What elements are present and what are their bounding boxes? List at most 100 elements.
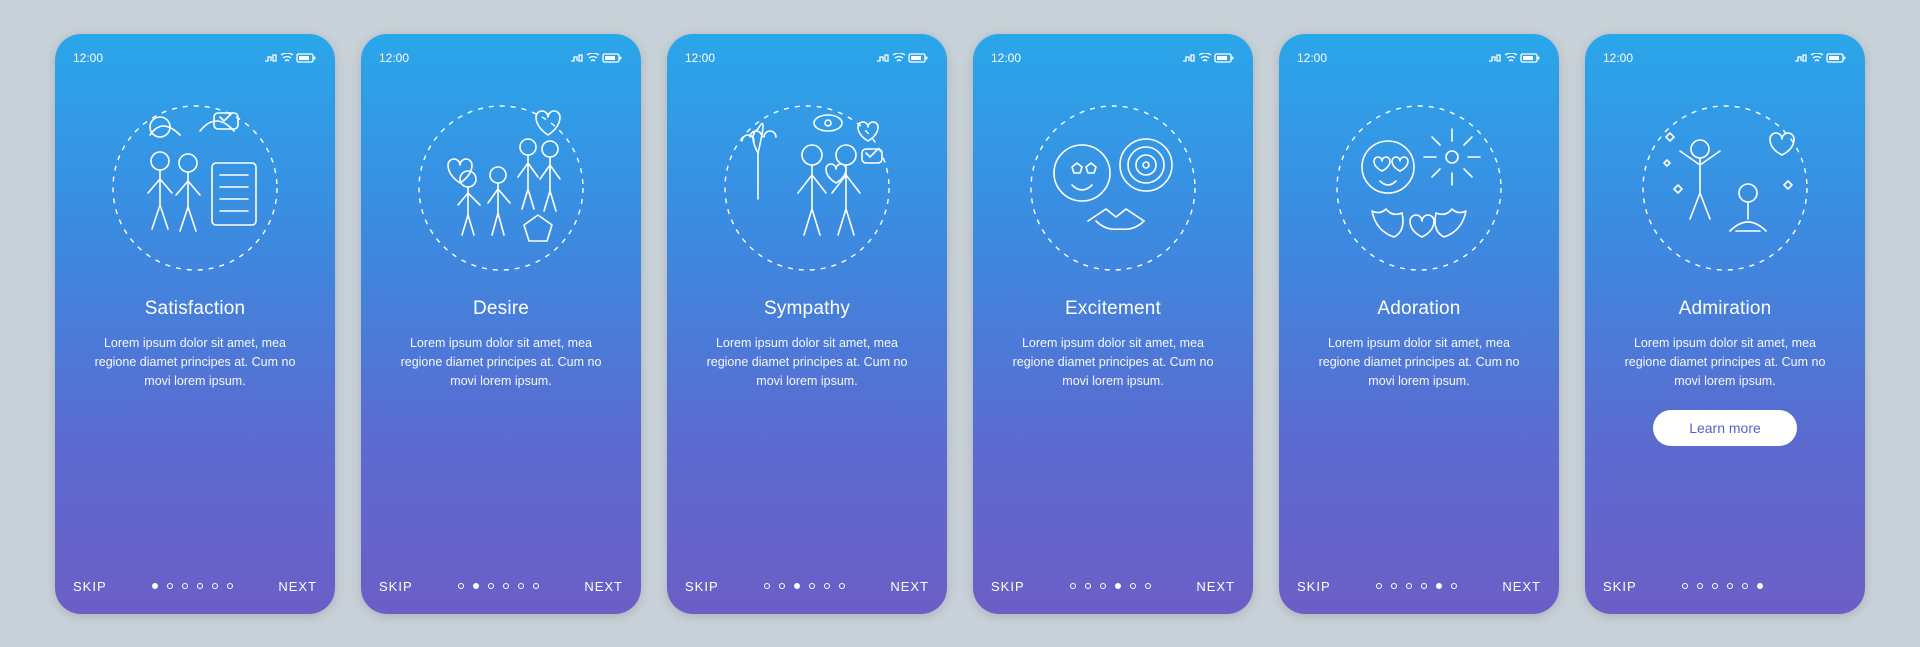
onboarding-footer: SKIP NEXT (685, 579, 929, 594)
status-icons (1489, 53, 1541, 63)
screen-title: Adoration (1303, 298, 1535, 320)
page-dot[interactable] (794, 583, 800, 589)
page-dot[interactable] (1130, 583, 1136, 589)
page-dot[interactable] (1451, 583, 1457, 589)
onboarding-footer: SKIP NEXT (1297, 579, 1541, 594)
status-icons (265, 53, 317, 63)
status-icons (571, 53, 623, 63)
status-bar: 12:00 (379, 48, 623, 68)
page-indicator (1682, 583, 1763, 589)
status-icons (877, 53, 929, 63)
page-indicator (1376, 583, 1457, 589)
page-dot[interactable] (1115, 583, 1121, 589)
page-dot[interactable] (1742, 583, 1748, 589)
status-bar: 12:00 (685, 48, 929, 68)
skip-button[interactable]: SKIP (1603, 579, 1637, 594)
onboarding-screen-5: 12:00 Admiration Lorem ipsum dolor sit a… (1585, 34, 1865, 614)
onboarding-footer: SKIP NEXT (991, 579, 1235, 594)
page-dot[interactable] (764, 583, 770, 589)
page-dot[interactable] (1100, 583, 1106, 589)
page-dot[interactable] (458, 583, 464, 589)
next-button[interactable]: NEXT (584, 579, 623, 594)
next-button[interactable]: NEXT (1196, 579, 1235, 594)
page-dot[interactable] (1682, 583, 1688, 589)
page-indicator (1070, 583, 1151, 589)
page-dot[interactable] (1421, 583, 1427, 589)
page-dot[interactable] (809, 583, 815, 589)
page-dot[interactable] (1391, 583, 1397, 589)
status-bar: 12:00 (991, 48, 1235, 68)
screen-description: Lorem ipsum dolor sit amet, mea regione … (79, 334, 311, 392)
screen-title: Desire (385, 298, 617, 320)
excitement-icon (991, 78, 1235, 298)
page-dot[interactable] (1376, 583, 1382, 589)
page-dot[interactable] (1085, 583, 1091, 589)
page-dot[interactable] (488, 583, 494, 589)
next-button[interactable]: NEXT (1502, 579, 1541, 594)
signal-wifi-battery-icon (571, 53, 623, 63)
page-dot[interactable] (167, 583, 173, 589)
signal-wifi-battery-icon (1183, 53, 1235, 63)
screen-description: Lorem ipsum dolor sit amet, mea regione … (997, 334, 1229, 392)
next-button[interactable]: NEXT (278, 579, 317, 594)
status-bar: 12:00 (1297, 48, 1541, 68)
page-dot[interactable] (1070, 583, 1076, 589)
page-dot[interactable] (227, 583, 233, 589)
screen-description: Lorem ipsum dolor sit amet, mea regione … (1609, 334, 1841, 392)
page-dot[interactable] (1145, 583, 1151, 589)
skip-button[interactable]: SKIP (685, 579, 719, 594)
page-dot[interactable] (197, 583, 203, 589)
page-dot[interactable] (1727, 583, 1733, 589)
satisfaction-icon (73, 78, 317, 298)
status-icons (1183, 53, 1235, 63)
page-dot[interactable] (212, 583, 218, 589)
learn-more-button[interactable]: Learn more (1653, 410, 1797, 446)
adoration-icon (1297, 78, 1541, 298)
page-dot[interactable] (473, 583, 479, 589)
skip-button[interactable]: SKIP (73, 579, 107, 594)
desire-icon (379, 78, 623, 298)
onboarding-screen-3: 12:00 Excitement Lorem ipsum dolor sit a… (973, 34, 1253, 614)
onboarding-footer: SKIP NEXT (73, 579, 317, 594)
page-dot[interactable] (518, 583, 524, 589)
page-dot[interactable] (1406, 583, 1412, 589)
status-time: 12:00 (1603, 51, 1633, 65)
skip-button[interactable]: SKIP (1297, 579, 1331, 594)
status-bar: 12:00 (1603, 48, 1847, 68)
signal-wifi-battery-icon (877, 53, 929, 63)
admiration-icon (1603, 78, 1847, 298)
page-dot[interactable] (152, 583, 158, 589)
page-dot[interactable] (182, 583, 188, 589)
page-indicator (458, 583, 539, 589)
page-dot[interactable] (824, 583, 830, 589)
skip-button[interactable]: SKIP (991, 579, 1025, 594)
onboarding-screen-0: 12:00 Satisfaction Lorem ipsum dolor sit… (55, 34, 335, 614)
page-dot[interactable] (1757, 583, 1763, 589)
page-dot[interactable] (1712, 583, 1718, 589)
page-indicator (764, 583, 845, 589)
page-dot[interactable] (779, 583, 785, 589)
screen-title: Admiration (1609, 298, 1841, 320)
status-bar: 12:00 (73, 48, 317, 68)
onboarding-screen-4: 12:00 Adoration Lorem ipsu (1279, 34, 1559, 614)
screen-title: Sympathy (691, 298, 923, 320)
screen-description: Lorem ipsum dolor sit amet, mea regione … (385, 334, 617, 392)
status-time: 12:00 (1297, 51, 1327, 65)
screen-description: Lorem ipsum dolor sit amet, mea regione … (1303, 334, 1535, 392)
page-dot[interactable] (533, 583, 539, 589)
onboarding-footer: SKIP NEXT (379, 579, 623, 594)
status-icons (1795, 53, 1847, 63)
status-time: 12:00 (991, 51, 1021, 65)
onboarding-screen-1: 12:00 Desire Lorem ipsum dolor sit amet,… (361, 34, 641, 614)
signal-wifi-battery-icon (1795, 53, 1847, 63)
page-dot[interactable] (1436, 583, 1442, 589)
skip-button[interactable]: SKIP (379, 579, 413, 594)
next-button[interactable]: NEXT (890, 579, 929, 594)
sympathy-icon (685, 78, 929, 298)
page-dot[interactable] (1697, 583, 1703, 589)
page-dot[interactable] (839, 583, 845, 589)
screen-title: Satisfaction (79, 298, 311, 320)
screen-description: Lorem ipsum dolor sit amet, mea regione … (691, 334, 923, 392)
page-dot[interactable] (503, 583, 509, 589)
signal-wifi-battery-icon (265, 53, 317, 63)
